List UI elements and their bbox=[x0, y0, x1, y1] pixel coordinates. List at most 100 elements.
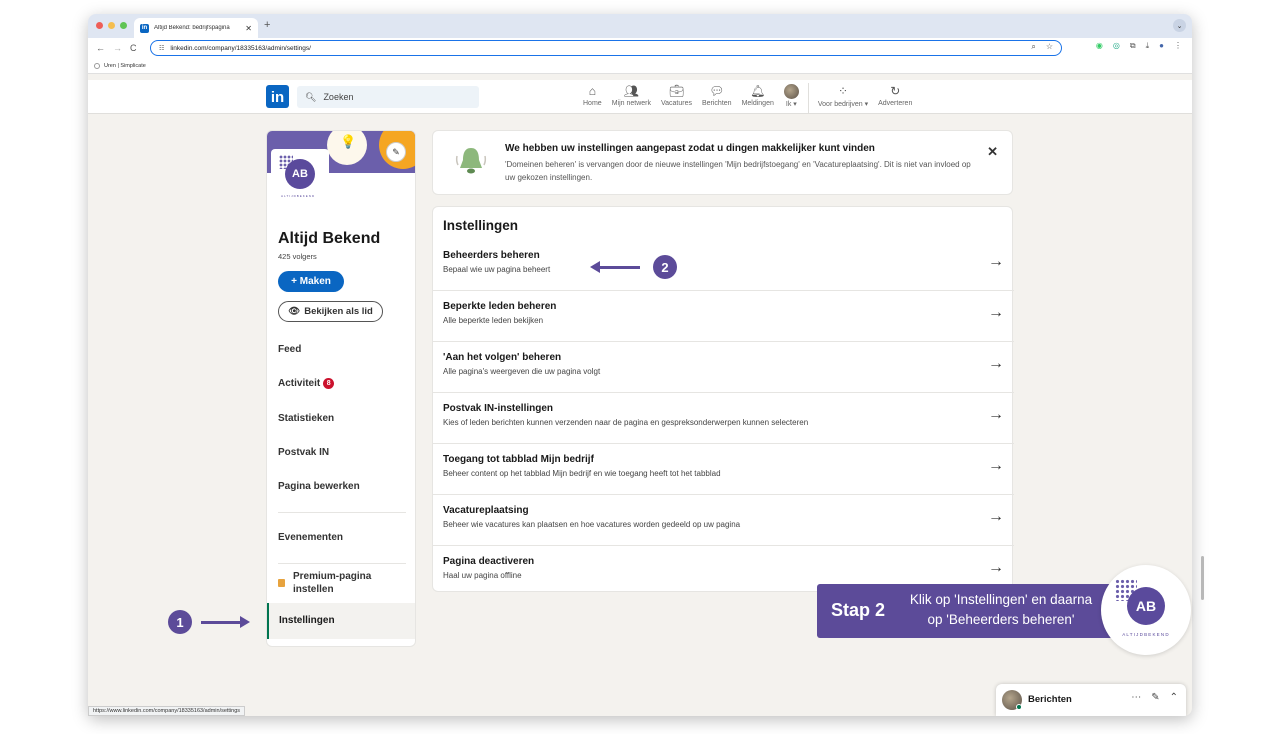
linkedin-logo[interactable]: in bbox=[266, 85, 289, 108]
sidebar-item-edit-page[interactable]: Pagina bewerken bbox=[278, 481, 360, 492]
nav-advertise[interactable]: ↻ Adverteren bbox=[873, 83, 917, 113]
download-icon[interactable]: ⤓ bbox=[1146, 41, 1150, 51]
briefcase-icon: 💼︎ bbox=[668, 84, 685, 98]
close-window-button[interactable] bbox=[96, 22, 103, 29]
window-controls bbox=[96, 22, 127, 29]
create-button[interactable]: + Maken bbox=[278, 271, 344, 292]
sidebar-item-settings[interactable]: Instellingen bbox=[267, 603, 415, 639]
profile-icon[interactable]: ● bbox=[1159, 41, 1164, 51]
sidebar-item-label: Activiteit bbox=[278, 378, 321, 389]
tab-search-button[interactable]: ⌄ bbox=[1173, 19, 1186, 32]
maximize-window-button[interactable] bbox=[120, 22, 127, 29]
chevron-up-icon[interactable]: ⌃ bbox=[1170, 692, 1178, 703]
address-bar[interactable]: ☷ linkedin.com/company/18335163/admin/se… bbox=[150, 40, 1062, 56]
nav-for-business[interactable]: ⁘ Voor bedrijven ▾ bbox=[813, 83, 873, 113]
sidebar-item-inbox[interactable]: Postvak IN bbox=[278, 447, 329, 458]
nav-label: Ik ▾ bbox=[785, 101, 797, 108]
compose-icon[interactable]: ✎ bbox=[1151, 692, 1159, 703]
divider bbox=[278, 512, 406, 513]
browser-menu-icon[interactable]: ⋮ bbox=[1174, 41, 1182, 51]
nav-jobs[interactable]: 💼︎ Vacatures bbox=[656, 83, 697, 113]
messaging-label: Berichten bbox=[1028, 694, 1072, 705]
reload-button[interactable]: C bbox=[130, 43, 137, 53]
settings-row-restricted-members[interactable]: Beperkte leden beheren Alle beperkte led… bbox=[433, 291, 1014, 342]
annotation-number-1: 1 bbox=[168, 610, 192, 634]
browser-toolbar: ← → C ☷ linkedin.com/company/18335163/ad… bbox=[88, 38, 1192, 58]
tab-title: Altijd Bekend: bedrijfspagina bbox=[154, 25, 230, 31]
row-title: Beheerders beheren bbox=[443, 250, 540, 261]
linkedin-header: in 🔍︎ Zoeken ⌂ Home 👥︎ Mijn netwerk 💼︎ V… bbox=[88, 80, 1192, 114]
forward-button[interactable]: → bbox=[113, 43, 122, 53]
row-title: Pagina deactiveren bbox=[443, 556, 535, 567]
sidebar-item-analytics[interactable]: Statistieken bbox=[278, 413, 334, 424]
row-title: Vacatureplaatsing bbox=[443, 505, 529, 516]
grid-icon: ⁘ bbox=[837, 84, 849, 98]
sidebar-item-feed[interactable]: Feed bbox=[278, 344, 301, 355]
bookmark-star-icon[interactable]: ☆ bbox=[1046, 42, 1053, 52]
search-icon: 🔍︎ bbox=[305, 91, 317, 102]
notice-title: We hebben uw instellingen aangepast zoda… bbox=[505, 143, 875, 154]
zoom-icon[interactable]: ⌕ bbox=[1031, 42, 1035, 52]
arrow-right-icon: → bbox=[988, 508, 1004, 525]
extensions-area: ◉ ◎ ⧉ ⤓ ● ⋮ bbox=[1096, 41, 1182, 51]
status-bar-url: https://www.linkedin.com/company/1833516… bbox=[88, 706, 246, 716]
nav-me[interactable]: Ik ▾ bbox=[779, 83, 804, 113]
bell-icon: 🔔︎ bbox=[750, 84, 766, 98]
annotation-arrow-1 bbox=[201, 621, 241, 624]
global-nav: ⌂ Home 👥︎ Mijn netwerk 💼︎ Vacatures 💬︎ B… bbox=[578, 83, 917, 113]
step-label: Stap 2 bbox=[831, 600, 886, 620]
row-title: Toegang tot tabblad Mijn bedrijf bbox=[443, 454, 594, 465]
close-icon[interactable]: ✕ bbox=[987, 144, 998, 160]
scrollbar[interactable] bbox=[1201, 556, 1204, 600]
view-as-member-label: Bekijken als lid bbox=[304, 306, 373, 317]
row-description: Alle beperkte leden bekijken bbox=[443, 316, 544, 325]
extensions-puzzle-icon[interactable]: ⧉ bbox=[1130, 41, 1136, 51]
settings-row-manage-admins[interactable]: Beheerders beheren Bepaal wie uw pagina … bbox=[433, 240, 1014, 291]
browser-tab[interactable]: in Altijd Bekend: bedrijfspagina ✕ bbox=[134, 18, 258, 38]
nav-label: Meldingen bbox=[741, 100, 774, 107]
sidebar-item-events[interactable]: Evenementen bbox=[278, 532, 343, 543]
new-tab-button[interactable]: + bbox=[264, 19, 270, 31]
sidebar-item-label: Instellingen bbox=[279, 615, 335, 626]
minimize-window-button[interactable] bbox=[108, 22, 115, 29]
sidebar-item-activity[interactable]: Activiteit 8 bbox=[278, 378, 335, 389]
site-info-icon[interactable]: ☷ bbox=[159, 45, 164, 52]
lightbulb-icon: 💡 bbox=[340, 134, 357, 149]
back-button[interactable]: ← bbox=[96, 43, 105, 53]
close-tab-icon[interactable]: ✕ bbox=[245, 24, 252, 33]
arrow-right-icon: → bbox=[988, 457, 1004, 474]
nav-divider bbox=[807, 83, 809, 113]
messaging-icon: 💬︎ bbox=[709, 84, 725, 98]
nav-label: Home bbox=[583, 100, 602, 107]
nav-label: Voor bedrijven ▾ bbox=[817, 101, 869, 108]
arrow-right-icon: → bbox=[988, 253, 1004, 270]
bookmark-item[interactable]: Uren | Simplicate bbox=[104, 63, 146, 69]
divider bbox=[278, 563, 406, 564]
nav-home[interactable]: ⌂ Home bbox=[578, 83, 607, 113]
company-logo: AB ALTIJDBEKEND bbox=[271, 149, 329, 207]
premium-icon bbox=[278, 579, 285, 587]
messaging-overlay[interactable]: Berichten ⋯ ✎ ⌃ bbox=[996, 684, 1186, 716]
annotation-number-2: 2 bbox=[653, 255, 677, 279]
row-title: Postvak IN-instellingen bbox=[443, 403, 554, 414]
settings-row-job-posting[interactable]: Vacatureplaatsing Beheer wie vacatures k… bbox=[433, 495, 1014, 546]
edit-banner-icon[interactable]: ✎ bbox=[386, 142, 406, 162]
sidebar-item-premium[interactable]: Premium-pagina instellen bbox=[293, 571, 393, 596]
search-input[interactable]: 🔍︎ Zoeken bbox=[297, 86, 479, 108]
more-options-icon[interactable]: ⋯ bbox=[1131, 692, 1141, 703]
extension-2-icon[interactable]: ◎ bbox=[1113, 41, 1120, 51]
bookmarks-bar: Uren | Simplicate bbox=[88, 58, 1192, 74]
notification-badge: 8 bbox=[323, 378, 335, 389]
notification-bell-icon bbox=[455, 148, 487, 174]
nav-notifications[interactable]: 🔔︎ Meldingen bbox=[737, 83, 779, 113]
nav-label: Vacatures bbox=[660, 100, 692, 107]
settings-row-my-company-tab[interactable]: Toegang tot tabblad Mijn bedrijf Beheer … bbox=[433, 444, 1014, 495]
view-as-member-button[interactable]: 👁︎ Bekijken als lid bbox=[278, 301, 383, 322]
nav-messaging[interactable]: 💬︎ Berichten bbox=[697, 83, 737, 113]
annotation-arrowhead-1 bbox=[240, 616, 250, 628]
settings-row-inbox-settings[interactable]: Postvak IN-instellingen Kies of leden be… bbox=[433, 393, 1014, 444]
nav-network[interactable]: 👥︎ Mijn netwerk bbox=[607, 83, 656, 113]
logo-monogram: AB bbox=[285, 159, 315, 189]
extension-1-icon[interactable]: ◉ bbox=[1096, 41, 1103, 51]
settings-row-following[interactable]: 'Aan het volgen' beheren Alle pagina's w… bbox=[433, 342, 1014, 393]
